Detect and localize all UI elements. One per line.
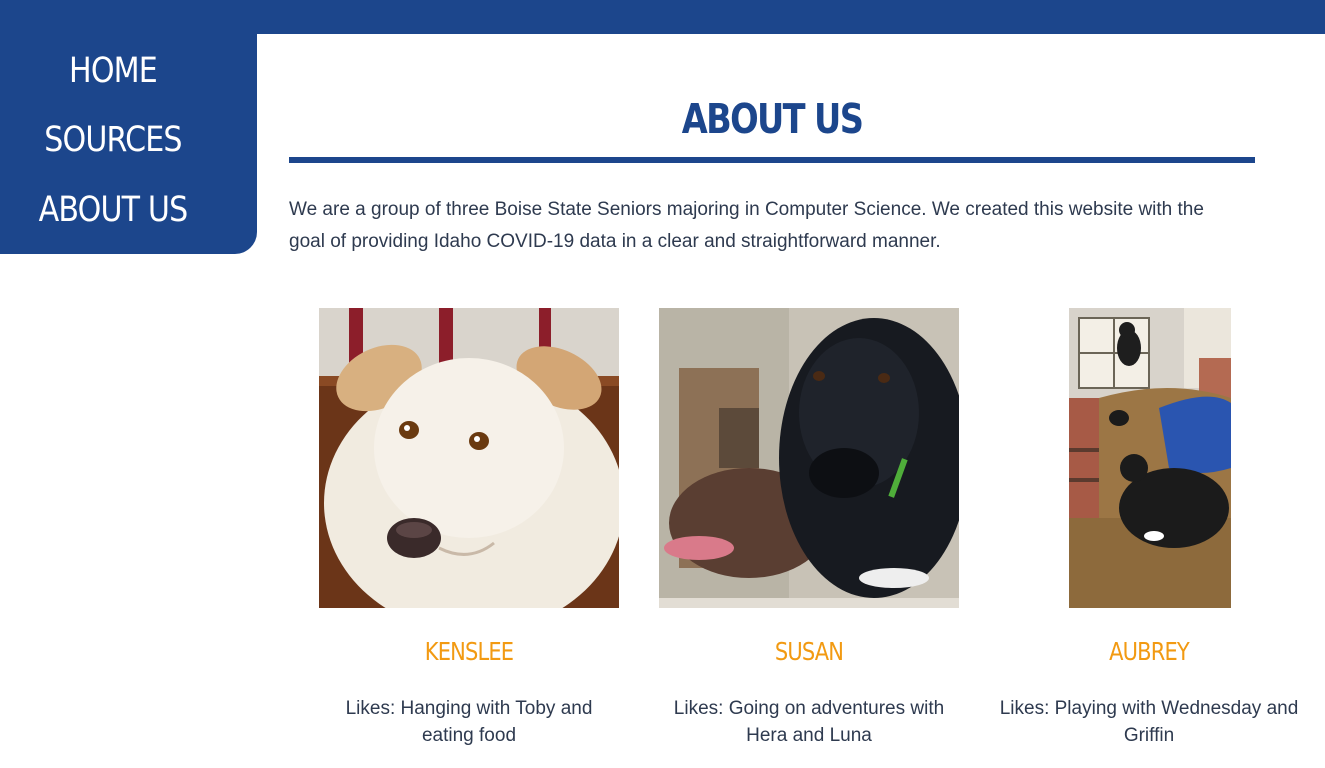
title-divider [289, 157, 1255, 163]
nav-link-about-us[interactable]: ABOUT US [16, 190, 210, 230]
team-card-kenslee: KENSLEE Likes: Hanging with Toby and eat… [299, 308, 639, 746]
member-likes: Likes: Playing with Wednesday and Griffi… [999, 698, 1299, 746]
team-card-susan: SUSAN Likes: Going on adventures with He… [639, 308, 979, 746]
susan-pet-photo [639, 308, 979, 608]
team-card-aubrey: AUBREY Likes: Playing with Wednesday and… [979, 308, 1319, 746]
member-name: AUBREY [1109, 637, 1190, 666]
nav-link-sources[interactable]: SOURCES [16, 120, 210, 160]
page-title: ABOUT US [681, 95, 864, 144]
side-navigation: HOME SOURCES ABOUT US [0, 0, 257, 254]
kenslee-pet-photo [299, 308, 639, 608]
aubrey-pet-photo [979, 308, 1319, 608]
intro-paragraph: We are a group of three Boise State Seni… [289, 199, 1204, 252]
member-likes: Likes: Going on adventures with Hera and… [673, 698, 945, 746]
member-name: KENSLEE [424, 637, 514, 666]
member-name: SUSAN [774, 637, 844, 666]
member-likes: Likes: Hanging with Toby and eating food [345, 698, 593, 746]
nav-link-home[interactable]: HOME [16, 51, 210, 91]
